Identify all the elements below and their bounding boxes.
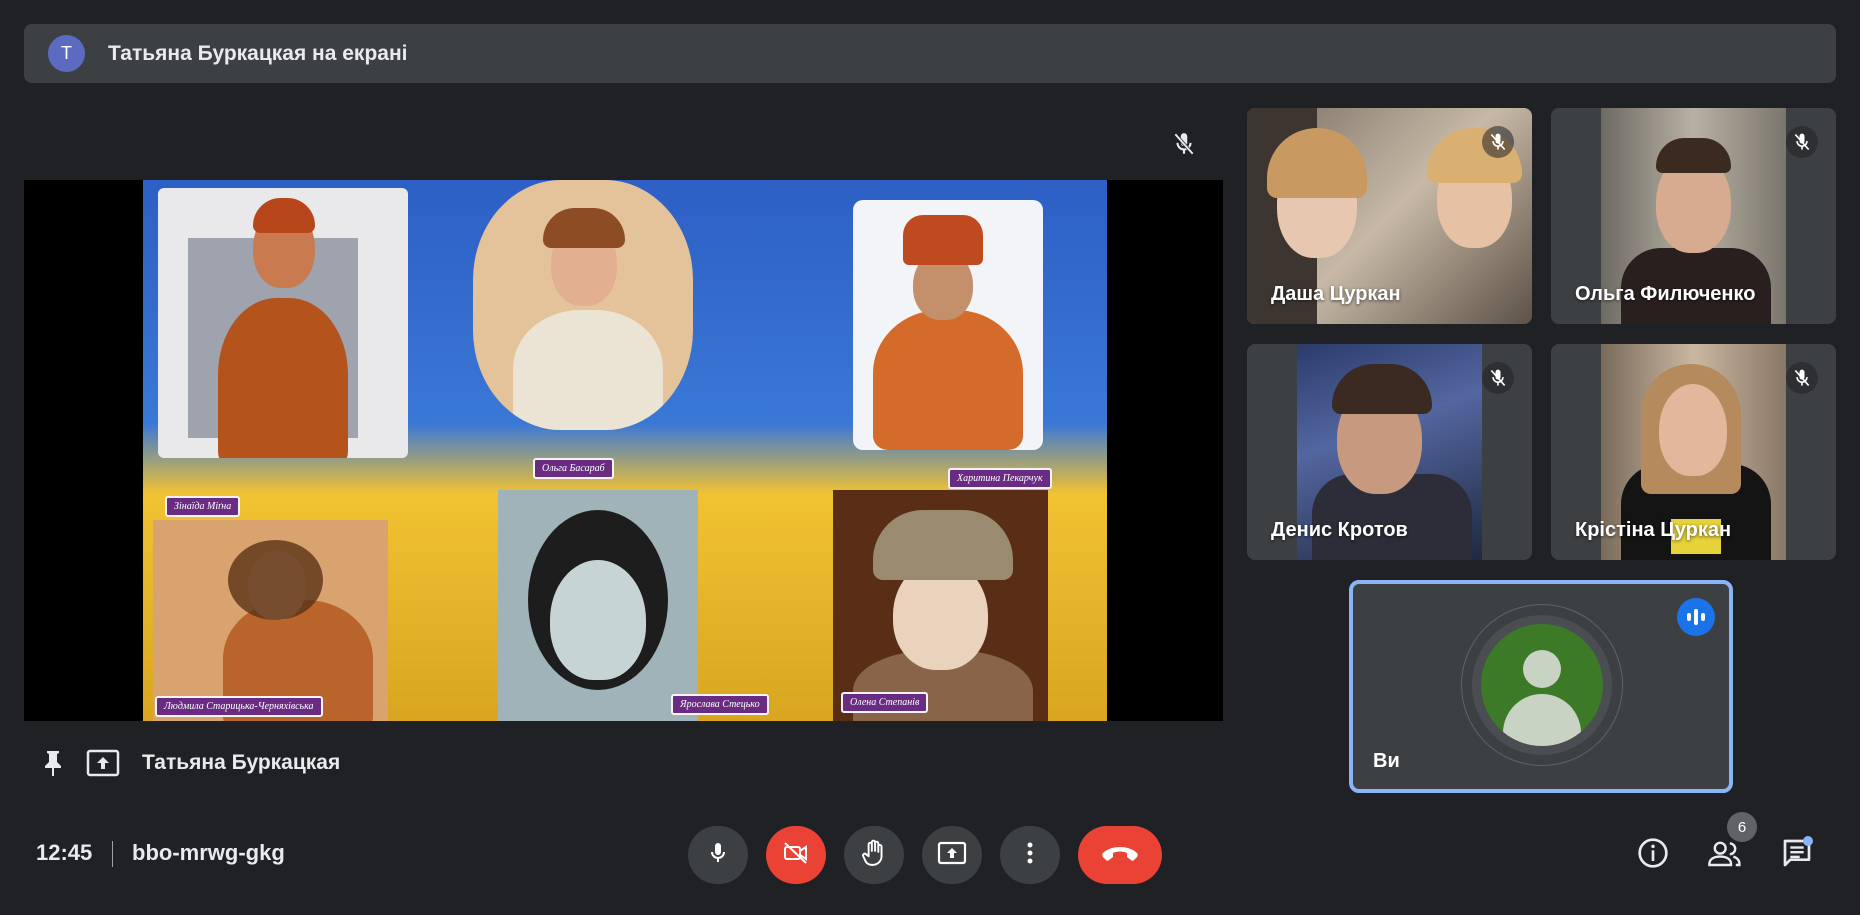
camera-button[interactable] [766,826,826,884]
presentation-slide: Зінаїда Міґна Ольга Басараб Харитина Пек… [143,180,1107,721]
presenter-name: Татьяна Буркацкая [142,751,341,774]
more-vert-icon [1026,841,1034,870]
divider [112,841,113,867]
participant-tile[interactable]: Ольга Филюченко [1551,108,1836,324]
presenter-mic-off-icon [1168,128,1200,160]
mic-off-icon [1482,126,1514,158]
mic-icon [706,840,730,871]
raise-hand-button[interactable] [844,826,904,884]
mic-off-icon [1786,362,1818,394]
portrait-panel [853,200,1043,450]
slide-name-tag: Олена Степанів [841,692,929,713]
participant-tile[interactable]: Даша Цуркан [1247,108,1532,324]
people-count-badge: 6 [1727,812,1757,842]
raise-hand-icon [861,839,887,872]
presenter-avatar: T [48,35,85,72]
self-name: Ви [1373,750,1400,772]
portrait-panel [498,490,698,721]
present-button[interactable] [922,826,982,884]
speaking-indicator-icon [1677,598,1715,636]
end-call-icon [1101,844,1139,867]
mic-off-icon [1482,362,1514,394]
mic-off-icon [1786,126,1818,158]
pin-icon[interactable] [36,746,70,780]
chat-notification-dot [1803,836,1813,846]
info-icon [1637,837,1669,874]
participant-tile[interactable]: Денис Кротов [1247,344,1532,560]
participant-name: Денис Кротов [1271,519,1408,541]
meeting-code[interactable]: bbo-mrwg-gkg [132,840,285,866]
presenting-banner-text: Татьяна Буркацкая на екрані [108,41,408,65]
participant-name: Крістіна Цуркан [1575,519,1732,541]
avatar [1481,624,1603,746]
portrait-panel [158,188,408,458]
participant-tile[interactable]: Крістіна Цуркан [1551,344,1836,560]
people-icon [1707,838,1743,873]
slide-name-tag: Зінаїда Міґна [165,496,241,517]
portrait-panel [833,490,1048,721]
portrait-panel [473,180,693,430]
portrait-panel [153,520,388,721]
present-icon [937,840,967,871]
end-call-button[interactable] [1078,826,1162,884]
meeting-time: 12:45 [36,840,93,865]
camera-off-icon [782,840,810,871]
self-tile[interactable]: Ви [1349,580,1733,793]
participant-name: Ольга Филюченко [1575,283,1756,305]
slide-name-tag: Харитина Пекарчук [948,468,1052,489]
slide-name-tag: Ярослава Стецько [671,694,769,715]
participant-name: Даша Цуркан [1271,283,1401,305]
meeting-info-button[interactable] [1630,832,1676,878]
chat-button[interactable] [1774,832,1820,878]
slide-name-tag: Людмила Старицька-Черняхівська [155,696,323,717]
screen-share-view[interactable]: Зінаїда Міґна Ольга Басараб Харитина Пек… [24,180,1223,721]
share-footer: Татьяна Буркацкая [36,745,340,781]
self-avatar-ring [1461,604,1623,766]
slide-name-tag: Ольга Басараб [533,458,614,479]
presenting-banner: T Татьяна Буркацкая на екрані [24,24,1836,83]
more-options-button[interactable] [1000,826,1060,884]
mic-button[interactable] [688,826,748,884]
present-screen-icon[interactable] [86,746,120,780]
